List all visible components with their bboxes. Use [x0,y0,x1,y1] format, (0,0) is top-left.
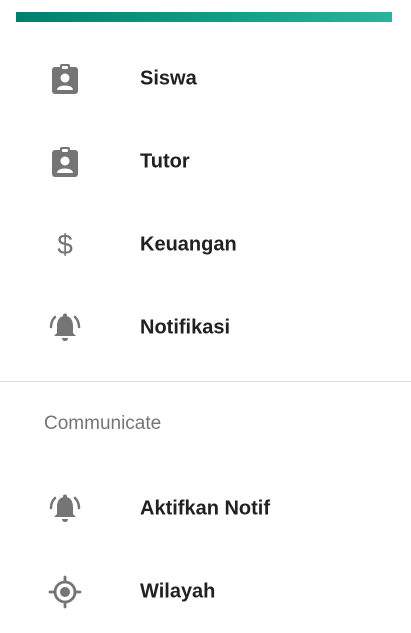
bell-ring-icon [46,490,84,528]
menu-item-siswa[interactable]: Siswa [0,37,411,120]
clipboard-account-icon [46,143,84,181]
header-accent-bar [16,12,392,22]
clipboard-account-icon [46,60,84,98]
menu-item-label: Wilayah [140,580,216,602]
menu-item-label: Notifikasi [140,316,231,338]
menu-item-notifikasi[interactable]: Notifikasi [0,286,411,369]
menu-item-label: Tutor [140,150,190,172]
menu-item-tutor[interactable]: Tutor [0,120,411,203]
menu-divider [0,381,411,382]
bell-ring-icon [46,309,84,347]
nav-menu: Siswa Tutor $ Keuangan Notifikasi [0,37,411,369]
menu-item-label: Siswa [140,67,197,89]
section-header-communicate: Communicate [44,413,162,434]
menu-item-label: Aktifkan Notif [140,497,270,519]
menu-item-keuangan[interactable]: $ Keuangan [0,203,411,286]
menu-item-aktifkan-notif[interactable]: Aktifkan Notif [0,467,411,550]
menu-item-label: Keuangan [140,233,237,255]
gps-target-icon [46,573,84,611]
dollar-icon: $ [57,228,73,260]
communicate-menu: Aktifkan Notif Wilayah [0,467,411,633]
